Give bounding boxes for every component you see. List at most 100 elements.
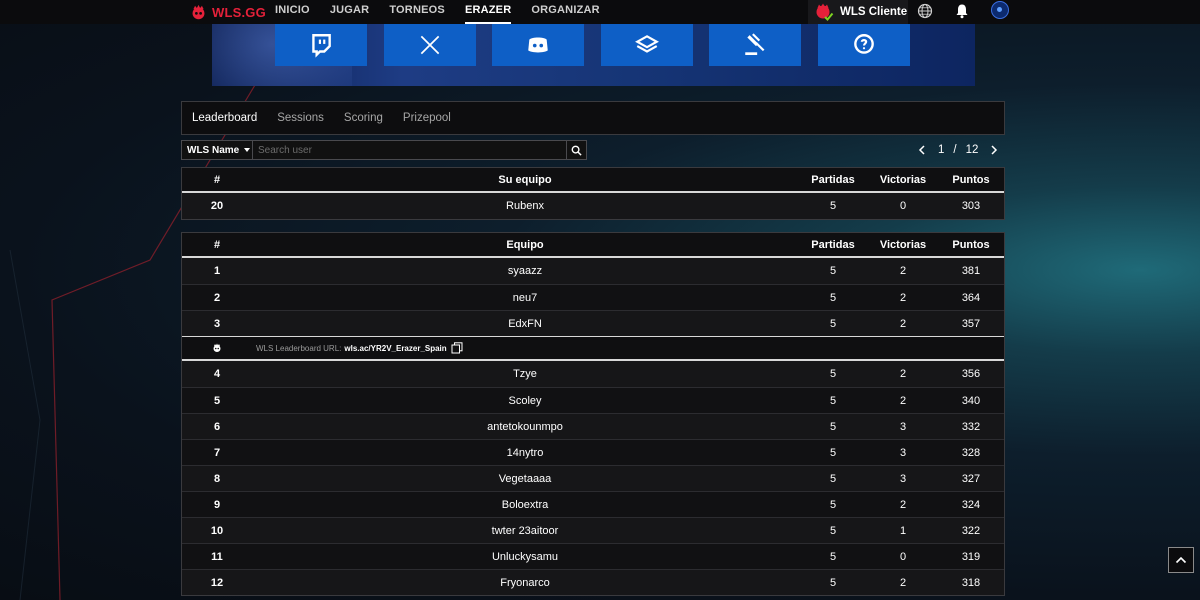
caret-down-icon: [244, 148, 251, 152]
wins-cell: 3: [899, 420, 907, 433]
col-team: Equipo: [506, 238, 544, 251]
points-cell: 357: [961, 317, 981, 330]
team-cell: EdxFN: [508, 317, 542, 330]
layers-icon: [635, 35, 659, 53]
tab-prizepool[interactable]: Prizepool: [403, 112, 451, 124]
wls-client-icon: [816, 3, 834, 21]
team-cell: Vegetaaaa: [498, 472, 552, 485]
next-page-button[interactable]: [987, 143, 1001, 157]
table-header: # Equipo Partidas Victorias Puntos: [182, 233, 1004, 258]
matches-cell: 5: [829, 472, 837, 485]
current-page: 1: [938, 144, 945, 156]
tab-leaderboard[interactable]: Leaderboard: [192, 112, 257, 124]
rank-cell: 3: [213, 317, 221, 330]
table-row[interactable]: 11 Unluckysamu 5 0 319: [182, 543, 1004, 569]
wins-cell: 1: [899, 524, 907, 537]
wins-cell: 0: [899, 550, 907, 563]
table-row[interactable]: 12 Fryonarco 5 2 318: [182, 569, 1004, 595]
brand-logo[interactable]: WLS.GG: [190, 2, 266, 22]
x-icon: [420, 35, 440, 55]
nav-item-torneos[interactable]: TORNEOS: [389, 0, 445, 24]
wins-cell: 2: [899, 291, 907, 304]
points-cell: 322: [961, 524, 981, 537]
team-cell: Rubenx: [506, 200, 544, 212]
col-matches: Partidas: [811, 238, 855, 251]
help-button[interactable]: [818, 24, 910, 66]
matches-cell: 5: [829, 550, 837, 563]
twitch-icon: [312, 34, 331, 58]
leaderboard-url-value[interactable]: wls.ac/YR2V_Erazer_Spain: [344, 344, 446, 353]
table-row[interactable]: 7 14nytro 5 3 328: [182, 439, 1004, 465]
rank-cell: 7: [213, 446, 221, 459]
user-avatar[interactable]: [991, 1, 1009, 19]
nav-item-inicio[interactable]: INICIO: [275, 0, 310, 24]
prev-page-button[interactable]: [915, 143, 929, 157]
table-row[interactable]: 1 syaazz 5 2 381: [182, 258, 1004, 284]
table-row[interactable]: 8 Vegetaaaa 5 3 327: [182, 465, 1004, 491]
discord-button[interactable]: [492, 24, 584, 66]
points-cell: 332: [961, 420, 981, 433]
wls-client-label: WLS Cliente: [840, 6, 908, 18]
layers-button[interactable]: [601, 24, 693, 66]
points-cell: 319: [961, 550, 981, 563]
table-row[interactable]: 9 Boloextra 5 2 324: [182, 491, 1004, 517]
points-cell: 381: [961, 265, 981, 277]
search-button[interactable]: [567, 140, 587, 160]
team-cell: Fryonarco: [500, 576, 550, 589]
tab-scoring[interactable]: Scoring: [344, 112, 383, 124]
col-points: Puntos: [952, 173, 990, 186]
points-cell: 327: [961, 472, 981, 485]
copy-icon[interactable]: [451, 342, 463, 354]
wins-cell: 3: [899, 446, 907, 459]
wls-client-button[interactable]: WLS Cliente: [808, 0, 908, 24]
nav-item-erazer[interactable]: ERAZER: [464, 0, 512, 24]
table-row[interactable]: 6 antetokounmpo 5 3 332: [182, 413, 1004, 439]
col-points: Puntos: [952, 238, 990, 251]
rank-cell: 10: [210, 524, 224, 537]
table-row[interactable]: 5 Scoley 5 2 340: [182, 387, 1004, 413]
nav-item-organizar[interactable]: ORGANIZAR: [531, 0, 599, 24]
leaderboard-url-label: WLS Leaderboard URL:: [256, 343, 342, 353]
leaderboard-table: # Equipo Partidas Victorias Puntos 1 syaa…: [181, 232, 1005, 596]
globe-icon[interactable]: [917, 3, 933, 19]
team-cell: 14nytro: [506, 446, 544, 459]
search-filter-row: WLS Name: [181, 140, 587, 160]
twitch-button[interactable]: [275, 24, 367, 66]
rank-cell: 20: [210, 200, 224, 212]
wins-cell: 2: [899, 265, 907, 277]
nav-item-jugar[interactable]: JUGAR: [330, 0, 370, 24]
main-nav: INICIO JUGAR TORNEOS ERAZER ORGANIZAR: [275, 0, 620, 24]
search-field-dropdown[interactable]: WLS Name: [181, 140, 253, 160]
x-button[interactable]: [384, 24, 476, 66]
tab-sessions[interactable]: Sessions: [277, 112, 324, 124]
table-row[interactable]: 3 EdxFN 5 2 357: [182, 310, 1004, 336]
table-row[interactable]: 10 twter 23aitoor 5 1 322: [182, 517, 1004, 543]
matches-cell: 5: [829, 200, 837, 212]
my-team-table: # Su equipo Partidas Victorias Puntos 20…: [181, 167, 1005, 220]
wins-cell: 2: [899, 394, 907, 407]
page-separator: /: [953, 144, 957, 156]
dropdown-label: WLS Name: [187, 144, 240, 156]
rank-cell: 6: [213, 420, 221, 433]
wins-cell: 2: [899, 317, 907, 330]
wins-cell: 0: [899, 200, 907, 212]
scroll-to-top-button[interactable]: [1168, 547, 1194, 573]
rank-cell: 2: [213, 291, 221, 304]
matches-cell: 5: [829, 498, 837, 511]
table-row[interactable]: 4 Tzye 5 2 356: [182, 361, 1004, 387]
matches-cell: 5: [829, 394, 837, 407]
my-team-row[interactable]: 20 Rubenx 5 0 303: [182, 193, 1004, 219]
section-tabs: Leaderboard Sessions Scoring Prizepool: [181, 101, 1005, 135]
rank-cell: 9: [213, 498, 221, 511]
table-row[interactable]: 2 neu7 5 2 364: [182, 284, 1004, 310]
rules-button[interactable]: [709, 24, 801, 66]
matches-cell: 5: [829, 291, 837, 304]
col-rank: #: [213, 238, 221, 251]
gavel-icon: [745, 33, 765, 56]
wls-logo-icon: [213, 343, 221, 352]
bell-icon[interactable]: [954, 3, 970, 19]
chevron-right-icon: [991, 145, 998, 155]
search-input[interactable]: [253, 140, 567, 160]
points-cell: 318: [961, 576, 981, 589]
chevron-up-icon: [1175, 556, 1187, 564]
